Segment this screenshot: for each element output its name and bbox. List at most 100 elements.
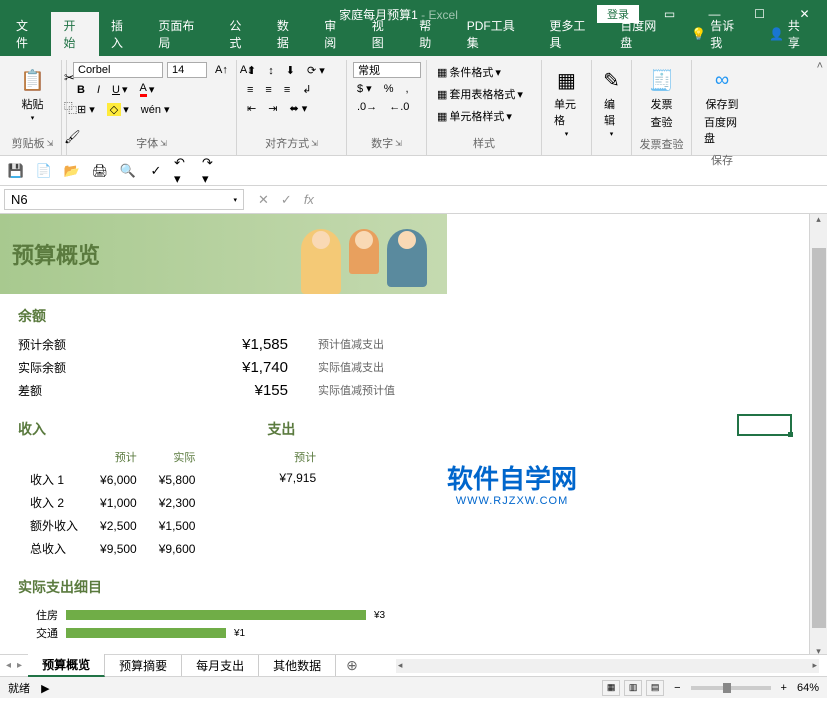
cell-label[interactable]: 实际值减预计值	[298, 382, 478, 399]
conditional-format-button[interactable]: ▦ 条件格式 ▾	[433, 62, 535, 82]
print-preview-icon[interactable]: 🔍	[118, 161, 138, 181]
table-header[interactable]: 预计	[269, 447, 326, 467]
zoom-level[interactable]: 64%	[797, 682, 819, 694]
decrease-decimal-icon[interactable]: ←.0	[385, 99, 413, 115]
page-break-view-icon[interactable]: ▤	[646, 680, 664, 696]
cell-value[interactable]: ¥155	[198, 382, 288, 399]
spellcheck-icon[interactable]: ✓	[146, 161, 166, 181]
tab-insert[interactable]: 插入	[99, 12, 146, 56]
cell-value[interactable]: ¥7,915	[269, 469, 326, 487]
save-icon[interactable]: 💾	[6, 161, 26, 181]
cell-value[interactable]: ¥1,740	[198, 359, 288, 376]
invoice-button[interactable]: 🧾 发票 查验	[638, 62, 685, 134]
undo-icon[interactable]: ↶ ▾	[174, 161, 194, 181]
comma-icon[interactable]: ,	[401, 81, 412, 97]
worksheet-area[interactable]: 预算概览 余额 预计余额 ¥1,585 预计值减支出 实际余额 ¥1,740 实…	[0, 214, 827, 654]
number-format-select[interactable]	[353, 62, 421, 78]
decrease-indent-icon[interactable]: ⇤	[243, 100, 260, 117]
zoom-slider[interactable]	[691, 686, 771, 690]
cell-value[interactable]: ¥1,500	[149, 515, 206, 536]
cell-label[interactable]: 实际余额	[18, 359, 188, 376]
bar-label[interactable]: 交通	[18, 625, 58, 641]
cell-value[interactable]: ¥1,585	[198, 336, 288, 353]
phonetic-button[interactable]: wén ▾	[137, 101, 174, 118]
sheet-nav-next-icon[interactable]: ▸	[17, 660, 22, 671]
editing-button[interactable]: ✎ 编辑▾	[598, 62, 625, 142]
italic-button[interactable]: I	[93, 82, 104, 98]
align-right-icon[interactable]: ≡	[280, 82, 294, 98]
align-bottom-icon[interactable]: ⬇	[282, 62, 299, 79]
new-icon[interactable]: 📄	[34, 161, 54, 181]
tab-layout[interactable]: 页面布局	[146, 12, 217, 56]
cell-label[interactable]: 实际值减支出	[298, 359, 478, 376]
cell-value[interactable]: ¥1,000	[90, 492, 147, 513]
accept-formula-icon[interactable]: ✓	[281, 192, 292, 208]
align-center-icon[interactable]: ≡	[261, 82, 275, 98]
orientation-icon[interactable]: ⟳ ▾	[303, 62, 329, 79]
cell-value[interactable]: ¥9,600	[149, 538, 206, 559]
fx-icon[interactable]: fx	[304, 192, 314, 207]
tab-data[interactable]: 数据	[265, 12, 312, 56]
vertical-scrollbar[interactable]: ▴ ▾	[809, 214, 827, 654]
print-icon[interactable]: 🖨	[90, 161, 110, 181]
font-color-button[interactable]: A ▾	[136, 80, 159, 99]
cell-label[interactable]: 收入 2	[20, 492, 88, 513]
scroll-down-icon[interactable]: ▾	[810, 646, 827, 654]
scroll-thumb[interactable]	[812, 248, 826, 628]
cell-label[interactable]: 预计余额	[18, 336, 188, 353]
cell-style-button[interactable]: ▦ 单元格样式 ▾	[433, 106, 535, 126]
sheet-tab-summary[interactable]: 预算摘要	[105, 655, 182, 676]
table-header[interactable]: 预计	[90, 447, 147, 467]
collapse-ribbon-icon[interactable]: ˄	[817, 60, 823, 72]
redo-icon[interactable]: ↷ ▾	[202, 161, 222, 181]
macro-record-icon[interactable]: ▶	[41, 683, 49, 695]
tab-file[interactable]: 文件	[4, 12, 51, 56]
cells-button[interactable]: ▦ 单元格▾	[548, 62, 585, 142]
cancel-formula-icon[interactable]: ✕	[258, 192, 269, 208]
name-box[interactable]: N6▾	[4, 189, 244, 210]
sheet-tab-monthly[interactable]: 每月支出	[182, 655, 259, 676]
font-name-select[interactable]	[73, 62, 163, 78]
tab-more[interactable]: 更多工具	[537, 12, 608, 56]
align-middle-icon[interactable]: ↕	[264, 63, 278, 79]
share-button[interactable]: 👤共享	[757, 12, 823, 56]
increase-font-icon[interactable]: A↑	[211, 62, 232, 78]
table-header[interactable]: 实际	[149, 447, 206, 467]
bar-label[interactable]: 住房	[18, 607, 58, 623]
cell-value[interactable]: ¥2,500	[90, 515, 147, 536]
tab-pdf[interactable]: PDF工具集	[455, 12, 538, 56]
zoom-out-icon[interactable]: −	[674, 682, 680, 694]
tab-review[interactable]: 审阅	[312, 12, 359, 56]
border-button[interactable]: ⊞ ▾	[73, 101, 99, 118]
horizontal-scrollbar[interactable]: ◂ ▸	[396, 659, 819, 673]
sheet-nav-prev-icon[interactable]: ◂	[6, 660, 11, 671]
cell-label[interactable]: 预计值减支出	[298, 336, 478, 353]
underline-button[interactable]: U ▾	[108, 81, 131, 98]
wrap-text-icon[interactable]: ↲	[298, 81, 315, 98]
tab-home[interactable]: 开始	[51, 12, 98, 56]
zoom-in-icon[interactable]: +	[781, 682, 787, 694]
table-format-button[interactable]: ▦ 套用表格格式 ▾	[433, 84, 535, 104]
scroll-left-icon[interactable]: ◂	[398, 660, 403, 671]
increase-decimal-icon[interactable]: .0→	[353, 99, 381, 115]
scroll-up-icon[interactable]: ▴	[810, 214, 827, 230]
formula-input[interactable]	[324, 192, 827, 207]
add-sheet-button[interactable]: ⊕	[336, 657, 368, 674]
selected-cell[interactable]	[737, 414, 792, 436]
cell-label[interactable]: 额外收入	[20, 515, 88, 536]
scroll-right-icon[interactable]: ▸	[812, 660, 817, 671]
font-size-select[interactable]	[167, 62, 207, 78]
currency-icon[interactable]: $ ▾	[353, 80, 376, 97]
align-left-icon[interactable]: ≡	[243, 82, 257, 98]
tell-me[interactable]: 💡告诉我	[679, 12, 757, 56]
sheet-tab-other[interactable]: 其他数据	[259, 655, 336, 676]
percent-icon[interactable]: %	[380, 81, 398, 97]
cell-label[interactable]: 收入 1	[20, 469, 88, 490]
paste-button[interactable]: 📋 粘贴 ▾	[10, 62, 55, 126]
save-baidu-button[interactable]: ∞ 保存到 百度网盘	[698, 62, 746, 150]
open-icon[interactable]: 📂	[62, 161, 82, 181]
tab-view[interactable]: 视图	[360, 12, 407, 56]
tab-help[interactable]: 帮助	[407, 12, 454, 56]
tab-formulas[interactable]: 公式	[217, 12, 264, 56]
align-top-icon[interactable]: ⬆	[243, 62, 260, 79]
